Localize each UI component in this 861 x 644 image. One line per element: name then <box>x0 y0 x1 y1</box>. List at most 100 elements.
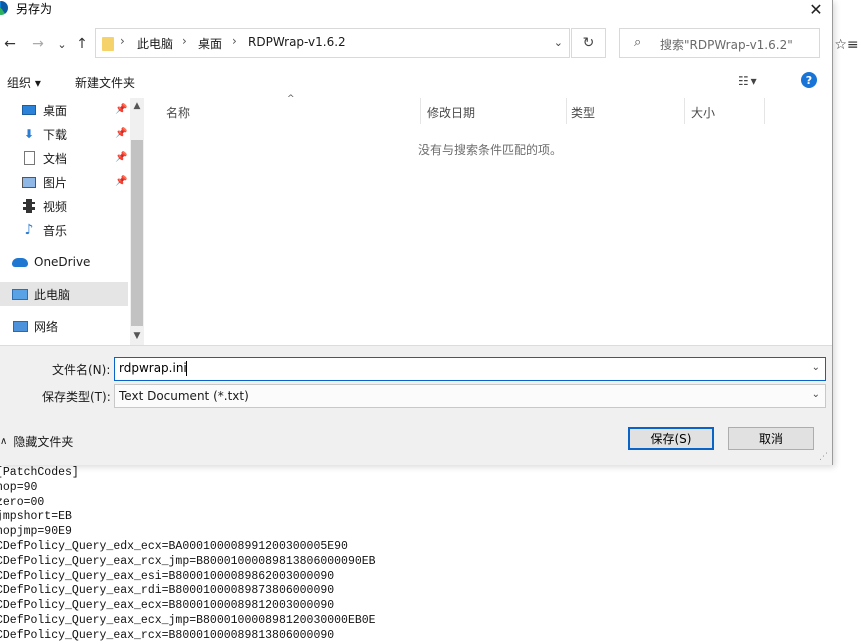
save-as-dialog: 另存为 ✕ ← → ⌄ ↑ › 此电脑 › 桌面 › RDPWrap-v1.6.… <box>0 0 833 465</box>
sidebar-item-documents[interactable]: 文档 📌 <box>0 146 128 170</box>
editor-line: CDefPolicy_Query_eax_ecx_jmp=B8000100008… <box>0 613 376 627</box>
empty-list-message: 没有与搜索条件匹配的项。 <box>418 143 563 157</box>
file-type-select[interactable]: Text Document (*.txt) ⌄ <box>114 384 826 408</box>
editor-line: [PatchCodes] <box>0 466 79 479</box>
sidebar-item-label: 下载 <box>43 127 68 142</box>
sidebar-item-label: 桌面 <box>43 103 68 118</box>
download-icon: ⬇ <box>23 127 35 141</box>
sidebar-item-this-pc[interactable]: 此电脑 <box>0 282 128 306</box>
recent-locations-button[interactable]: ⌄ <box>52 34 72 54</box>
editor-line: CDefPolicy_Query_edx_ecx=BA0001000089912… <box>0 539 348 553</box>
sidebar-item-music[interactable]: ♪ 音乐 <box>0 218 128 242</box>
refresh-button[interactable]: ↻ <box>571 28 606 58</box>
column-divider[interactable] <box>764 98 765 124</box>
breadcrumb-separator[interactable]: › <box>232 34 237 48</box>
this-pc-icon <box>12 287 28 301</box>
sidebar-item-pictures[interactable]: 图片 📌 <box>0 170 128 194</box>
editor-line: CDefPolicy_Query_eax_rcx_jmp=B8000100008… <box>0 554 376 568</box>
column-divider[interactable] <box>420 98 421 124</box>
dialog-title: 另存为 <box>16 2 53 16</box>
search-icon: ⌕ <box>634 35 642 50</box>
pin-icon[interactable]: 📌 <box>115 104 127 115</box>
chevron-down-icon[interactable]: ⌄ <box>812 389 820 400</box>
hide-folders-label: 隐藏文件夹 <box>13 435 74 449</box>
up-button[interactable]: ↑ <box>72 34 92 54</box>
editor-line: CDefPolicy_Query_eax_esi=B80001000089862… <box>0 569 335 583</box>
sidebar-item-label: 图片 <box>43 175 68 190</box>
sidebar-item-onedrive[interactable]: OneDrive <box>0 250 128 274</box>
sidebar-item-label: 此电脑 <box>34 287 71 302</box>
column-header-date-modified[interactable]: 修改日期 <box>427 104 475 121</box>
editor-text-content: [PatchCodes] nop=90 zero=00 jmpshort=EB nopj… <box>0 466 376 644</box>
folder-icon <box>102 37 114 51</box>
pin-icon[interactable]: 📌 <box>115 176 127 187</box>
video-icon <box>21 199 37 213</box>
file-type-value: Text Document (*.txt) <box>119 389 249 403</box>
column-header-size[interactable]: 大小 <box>691 104 715 121</box>
back-button[interactable]: ← <box>0 34 20 54</box>
breadcrumb-current-folder[interactable]: RDPWrap-v1.6.2 <box>248 35 346 49</box>
filename-input[interactable]: rdpwrap.ini <box>119 361 187 375</box>
onedrive-icon <box>12 255 28 269</box>
network-icon <box>12 319 28 333</box>
editor-line: CDefPolicy_Query_eax_rcx=B80001000089813… <box>0 628 335 642</box>
pin-icon[interactable]: 📌 <box>115 128 127 139</box>
music-icon: ♪ <box>24 222 34 238</box>
address-bar[interactable]: › 此电脑 › 桌面 › RDPWrap-v1.6.2 ⌄ <box>95 28 570 58</box>
chevron-down-icon[interactable]: ⌄ <box>812 362 820 373</box>
forward-button[interactable]: → <box>28 34 48 54</box>
breadcrumb-separator: › <box>120 34 125 48</box>
chevron-up-icon: ∧ <box>0 436 8 447</box>
title-bar: 另存为 ✕ <box>0 0 832 19</box>
text-cursor <box>186 361 187 376</box>
hide-folders-toggle[interactable]: ∧ 隐藏文件夹 <box>0 433 73 450</box>
new-folder-button[interactable]: 新建文件夹 <box>75 74 135 91</box>
sort-ascending-icon: ^ <box>287 94 295 104</box>
scroll-up-icon[interactable]: ▲ <box>131 101 143 111</box>
scroll-down-icon[interactable]: ▼ <box>131 331 143 341</box>
file-list-header: 名称 修改日期 类型 大小 <box>147 98 832 126</box>
editor-line: CDefPolicy_Query_eax_rdi=B80001000089873… <box>0 584 335 598</box>
cancel-button[interactable]: 取消 <box>728 427 814 450</box>
view-options-icon[interactable]: ☷ ▾ <box>738 74 757 88</box>
document-icon <box>21 151 37 165</box>
editor-line: zero=00 <box>0 495 45 509</box>
pin-icon[interactable]: 📌 <box>115 152 127 163</box>
column-header-name[interactable]: 名称 <box>166 104 190 121</box>
sidebar-item-downloads[interactable]: ⬇ 下载 📌 <box>0 122 128 146</box>
save-button[interactable]: 保存(S) <box>628 427 714 450</box>
filename-field[interactable]: rdpwrap.ini ⌄ <box>114 357 826 381</box>
app-icon <box>0 1 8 15</box>
sidebar-item-videos[interactable]: 视频 <box>0 194 128 218</box>
breadcrumb-desktop[interactable]: 桌面 <box>198 35 222 52</box>
help-icon[interactable]: ? <box>801 72 817 88</box>
sidebar-scroll-thumb[interactable] <box>131 140 143 326</box>
desktop-icon <box>21 103 37 117</box>
sidebar-item-desktop[interactable]: 桌面 📌 <box>0 98 128 122</box>
close-button[interactable]: ✕ <box>800 0 832 19</box>
pictures-icon <box>21 175 37 189</box>
sidebar-item-label: 音乐 <box>43 223 68 238</box>
sidebar-item-label: OneDrive <box>34 255 91 269</box>
column-divider[interactable] <box>566 98 567 124</box>
column-divider[interactable] <box>684 98 685 124</box>
sidebar-item-label: 网络 <box>34 319 59 334</box>
column-header-type[interactable]: 类型 <box>571 104 595 121</box>
breadcrumb-this-pc[interactable]: 此电脑 <box>137 35 173 52</box>
filename-label: 文件名(N): <box>52 363 111 377</box>
sidebar-item-label: 文档 <box>43 151 68 166</box>
favorites-icon[interactable]: ☆≡ <box>832 30 861 60</box>
chevron-down-icon[interactable]: ⌄ <box>554 36 563 49</box>
sidebar-item-network[interactable]: 网络 <box>0 314 128 338</box>
organize-button[interactable]: 组织 ▾ <box>7 74 41 91</box>
search-input[interactable]: 搜索"RDPWrap-v1.6.2" <box>660 36 793 53</box>
breadcrumb-separator[interactable]: › <box>182 34 187 48</box>
editor-line: CDefPolicy_Query_eax_ecx=B80001000089812… <box>0 599 335 613</box>
resize-grip-icon[interactable]: ⋰ <box>819 452 828 462</box>
editor-line: nop=90 <box>0 480 38 494</box>
editor-line: jmpshort=EB <box>0 510 72 524</box>
search-box[interactable]: ⌕ 搜索"RDPWrap-v1.6.2" <box>619 28 820 58</box>
sidebar-item-label: 视频 <box>43 199 68 214</box>
navigation-pane: 桌面 📌 ⬇ 下载 📌 文档 📌 图片 📌 视频 ♪ 音乐 OneDrive 此… <box>0 98 145 345</box>
file-type-label: 保存类型(T): <box>42 390 111 404</box>
